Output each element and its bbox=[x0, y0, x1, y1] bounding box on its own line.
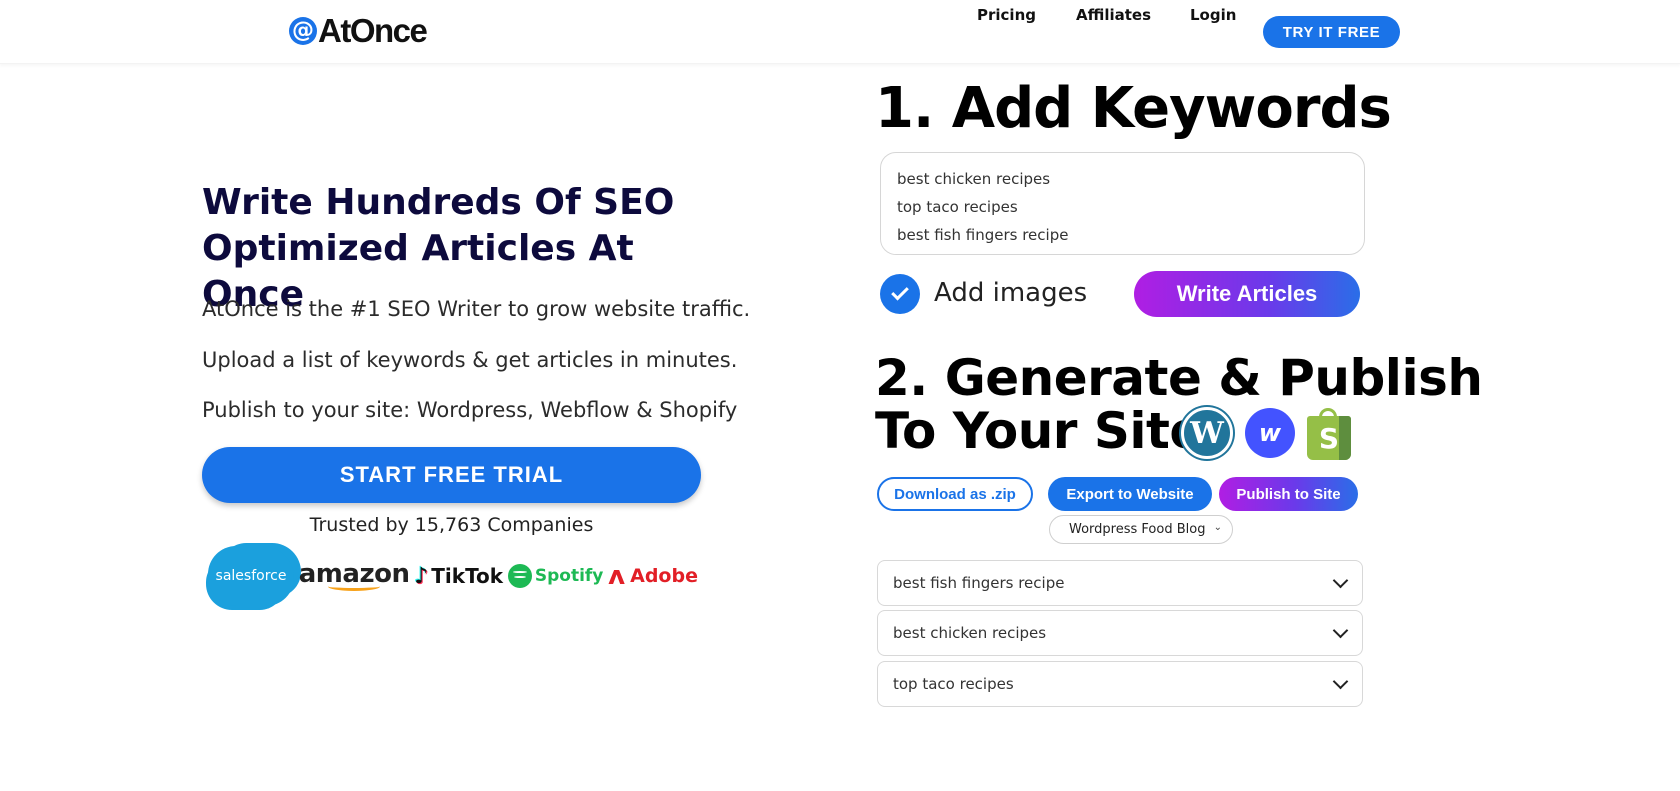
download-zip-button[interactable]: Download as .zip bbox=[877, 477, 1033, 511]
article-accordion-item[interactable]: top taco recipes bbox=[877, 661, 1363, 707]
start-free-trial-button[interactable]: START FREE TRIAL bbox=[202, 447, 701, 503]
tiktok-logo: ♪ TikTok bbox=[414, 564, 503, 589]
article-accordion-item[interactable]: best chicken recipes bbox=[877, 610, 1363, 656]
nav-login[interactable]: Login bbox=[1190, 6, 1236, 24]
salesforce-label: salesforce bbox=[215, 568, 287, 584]
add-images-label: Add images bbox=[934, 278, 1088, 308]
trusted-by-text: Trusted by 15,763 Companies bbox=[309, 514, 594, 536]
chevron-down-icon: ⌄ bbox=[1213, 522, 1222, 533]
write-articles-button[interactable]: Write Articles bbox=[1134, 271, 1360, 317]
add-images-checkbox[interactable] bbox=[880, 274, 920, 314]
try-it-free-button[interactable]: TRY IT FREE bbox=[1263, 16, 1400, 48]
hero-tagline-1: AtOnce is the #1 SEO Writer to grow webs… bbox=[202, 297, 751, 321]
hero-tagline-2: Upload a list of keywords & get articles… bbox=[202, 348, 738, 372]
at-sign-icon: @ bbox=[289, 17, 317, 45]
atonce-logo[interactable]: @ AtOnce bbox=[289, 12, 428, 49]
adobe-label: Adobe bbox=[630, 565, 698, 587]
article-accordion-item[interactable]: best fish fingers recipe bbox=[877, 560, 1363, 606]
chevron-down-icon bbox=[1332, 572, 1349, 589]
site-select-value: Wordpress Food Blog bbox=[1069, 522, 1206, 537]
logo-text: AtOnce bbox=[318, 12, 428, 49]
keyword-line: best fish fingers recipe bbox=[897, 226, 1069, 244]
step1-title: 1. Add Keywords bbox=[875, 76, 1392, 141]
nav-affiliates[interactable]: Affiliates bbox=[1076, 6, 1151, 24]
salesforce-logo: salesforce bbox=[208, 546, 294, 606]
article-title: best chicken recipes bbox=[893, 624, 1047, 642]
spotify-logo: Spotify bbox=[507, 564, 604, 588]
adobe-logo: ʌ Adobe bbox=[608, 561, 698, 591]
tiktok-label: TikTok bbox=[431, 564, 504, 588]
keywords-textarea[interactable]: best chicken recipes top taco recipes be… bbox=[880, 152, 1365, 255]
amazon-smile-icon bbox=[328, 582, 381, 591]
hero-tagline-3: Publish to your site: Wordpress, Webflow… bbox=[202, 398, 738, 422]
article-title: best fish fingers recipe bbox=[893, 574, 1065, 592]
amazon-logo: amazon bbox=[299, 561, 410, 591]
spotify-icon bbox=[507, 564, 532, 588]
wordpress-icon: W bbox=[1181, 407, 1233, 459]
step2-title-line1: 2. Generate & Publish bbox=[875, 349, 1483, 407]
shopify-glyph: S bbox=[1318, 421, 1340, 455]
shopify-bag: S bbox=[1307, 416, 1351, 460]
platform-icons: W w S bbox=[1181, 407, 1351, 460]
chevron-down-icon bbox=[1332, 673, 1349, 690]
step2-title-line2: To Your Site bbox=[875, 402, 1203, 460]
site-select[interactable]: Wordpress Food Blog ⌄ bbox=[1049, 515, 1233, 544]
export-to-website-button[interactable]: Export to Website bbox=[1048, 477, 1212, 511]
keyword-line: best chicken recipes bbox=[897, 170, 1051, 188]
spotify-label: Spotify bbox=[534, 566, 604, 586]
checkmark-icon bbox=[891, 282, 909, 301]
article-title: top taco recipes bbox=[893, 675, 1014, 693]
step2-title: 2. Generate & Publish To Your Site bbox=[875, 349, 1483, 460]
shopify-icon: S bbox=[1307, 408, 1351, 460]
keyword-line: top taco recipes bbox=[897, 198, 1018, 216]
webflow-icon: w bbox=[1245, 408, 1295, 458]
chevron-down-icon bbox=[1332, 622, 1349, 639]
adobe-icon: ʌ bbox=[608, 561, 626, 591]
publish-to-site-button[interactable]: Publish to Site bbox=[1219, 477, 1358, 511]
tiktok-note-icon: ♪ bbox=[414, 563, 429, 589]
brand-logos: salesforce amazon ♪ TikTok Spotify ʌ Ado… bbox=[208, 545, 698, 607]
nav-pricing[interactable]: Pricing bbox=[977, 6, 1036, 24]
site-header: @ AtOnce Pricing Affiliates Login TRY IT… bbox=[0, 0, 1680, 64]
